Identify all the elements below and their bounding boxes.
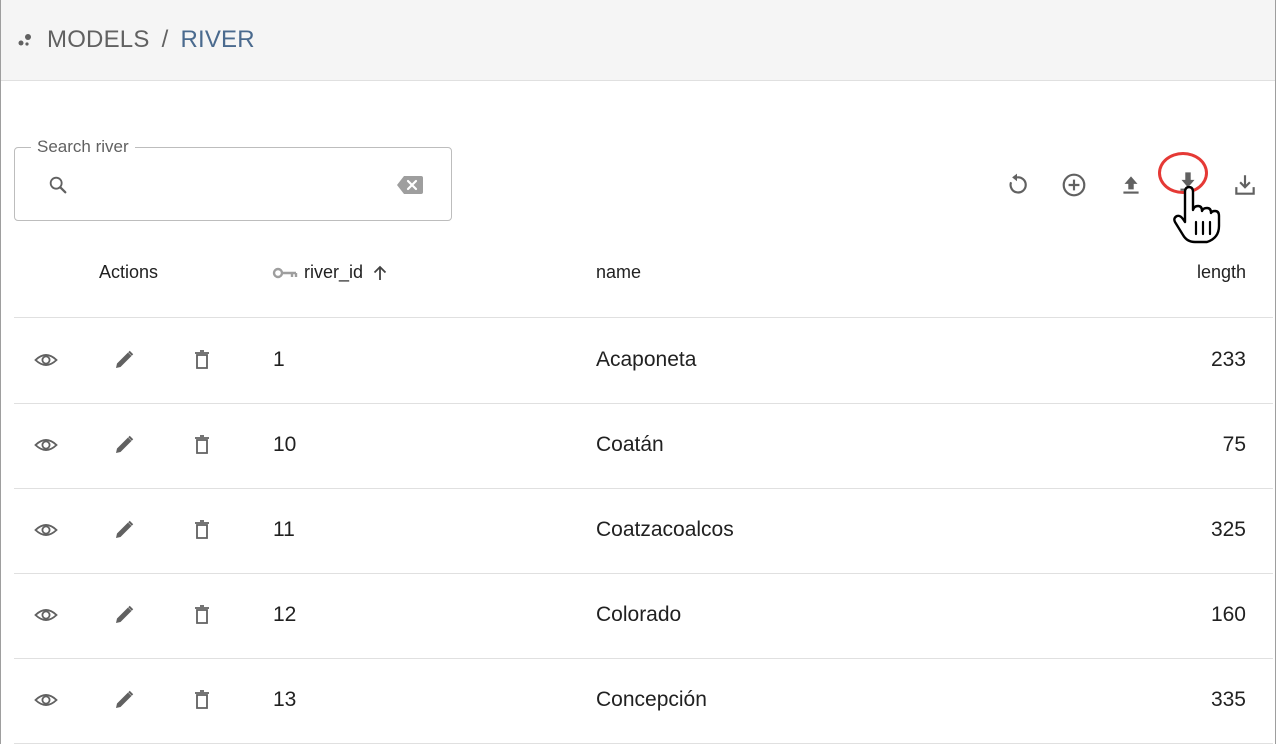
cell-length: 75 [1222, 433, 1246, 456]
cell-length: 233 [1210, 348, 1246, 371]
search-input[interactable] [85, 168, 379, 204]
view-icon[interactable] [34, 518, 58, 542]
page-header: MODELS / RIVER [1, 0, 1275, 81]
sort-ascending-icon[interactable] [371, 264, 389, 282]
table-row: 13 Concepción 335 [14, 658, 1273, 744]
export-button[interactable] [1230, 170, 1260, 200]
edit-icon[interactable] [112, 433, 136, 457]
upload-button[interactable] [1116, 170, 1146, 200]
breadcrumb-separator: / [161, 26, 169, 53]
edit-icon[interactable] [112, 348, 136, 372]
view-icon[interactable] [34, 348, 58, 372]
reload-icon [1009, 173, 1027, 194]
delete-icon[interactable] [190, 688, 214, 712]
table-header: Actions river_id name length [14, 240, 1273, 318]
cell-length: 335 [1210, 688, 1246, 711]
view-icon[interactable] [34, 688, 58, 712]
cell-river-id: 11 [273, 518, 295, 541]
upload-icon [1123, 176, 1139, 194]
cell-length: 325 [1210, 518, 1246, 541]
breadcrumb-river: RIVER [180, 26, 255, 53]
table-row: 10 Coatán 75 [14, 403, 1273, 489]
export-icon [1235, 175, 1255, 195]
search-label: Search river [31, 137, 135, 157]
column-header-river-id-label: river_id [304, 262, 364, 282]
edit-icon[interactable] [112, 603, 136, 627]
cell-river-id: 12 [273, 603, 297, 626]
cell-river-id: 1 [273, 348, 285, 371]
cell-name: Acaponeta [596, 348, 697, 371]
column-header-river-id[interactable]: river_id [272, 262, 389, 283]
delete-icon[interactable] [190, 433, 214, 457]
cell-name: Concepción [596, 688, 707, 711]
column-header-length[interactable]: length [1197, 262, 1246, 283]
column-header-actions: Actions [99, 262, 159, 282]
delete-icon[interactable] [190, 348, 214, 372]
search-field: Search river [14, 137, 452, 221]
search-icon [49, 176, 67, 194]
app-frame: MODELS / RIVER Search river Actions rive… [0, 0, 1276, 744]
column-header-name[interactable]: name [596, 262, 641, 283]
view-icon[interactable] [34, 433, 58, 457]
cell-name: Colorado [596, 603, 682, 626]
cell-name: Coatán [596, 433, 664, 456]
models-icon [18, 34, 31, 46]
edit-icon[interactable] [112, 688, 136, 712]
table-row: 1 Acaponeta 233 [14, 318, 1273, 404]
cell-name: Coatzacoalcos [596, 518, 734, 541]
download-icon [1180, 172, 1196, 191]
reload-button[interactable] [1002, 170, 1032, 200]
edit-icon[interactable] [112, 518, 136, 542]
download-button[interactable] [1173, 166, 1203, 196]
cell-river-id: 10 [273, 433, 297, 456]
table-row: 12 Colorado 160 [14, 573, 1273, 659]
table-row: 11 Coatzacoalcos 325 [14, 488, 1273, 574]
breadcrumb: MODELS / RIVER [47, 26, 255, 54]
view-icon[interactable] [34, 603, 58, 627]
add-button[interactable] [1059, 170, 1089, 200]
clear-input-icon[interactable] [396, 174, 424, 196]
cell-river-id: 13 [273, 688, 297, 711]
delete-icon[interactable] [190, 518, 214, 542]
cell-length: 160 [1210, 603, 1246, 626]
key-icon [272, 267, 298, 278]
delete-icon[interactable] [190, 603, 214, 627]
breadcrumb-models[interactable]: MODELS [47, 26, 150, 53]
add-circle-icon [1062, 173, 1086, 197]
